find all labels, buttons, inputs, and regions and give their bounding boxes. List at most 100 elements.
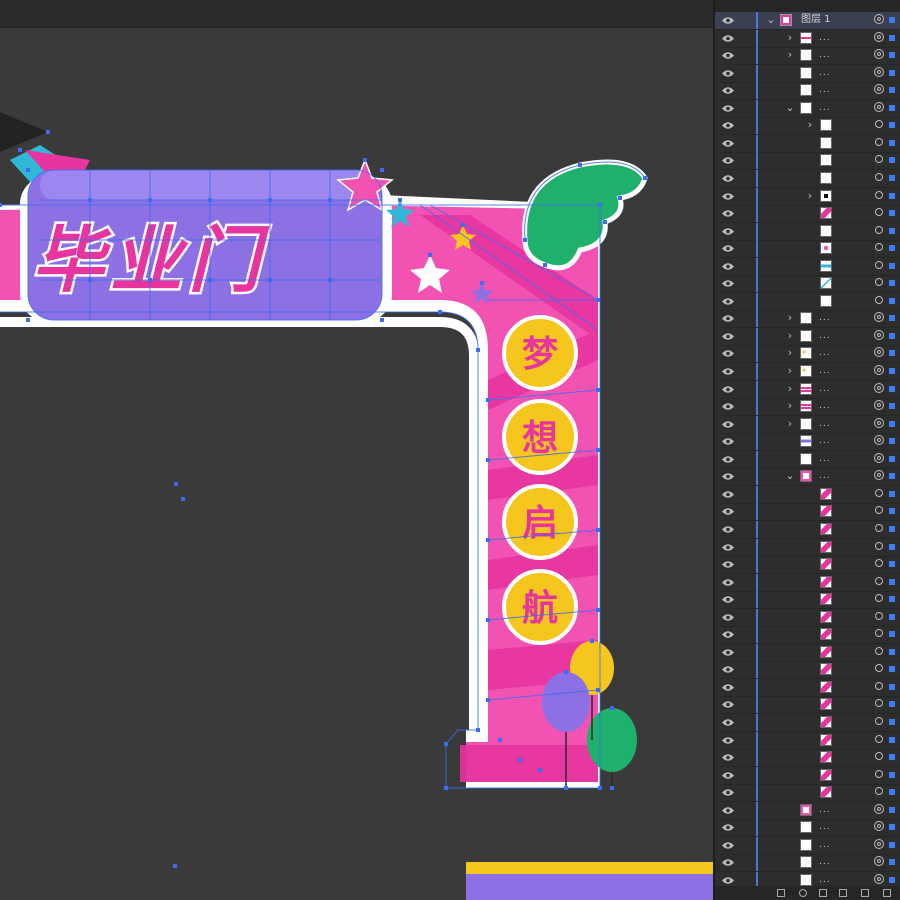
selection-indicator[interactable] [889, 385, 895, 392]
eye-icon[interactable] [722, 34, 734, 43]
selection-indicator[interactable] [889, 104, 895, 111]
selection-indicator[interactable] [889, 824, 895, 831]
chevron-right-icon[interactable]: › [785, 31, 795, 45]
layer-name[interactable]: ... [819, 347, 831, 359]
target-icon[interactable] [875, 664, 883, 673]
eye-icon[interactable] [722, 823, 734, 832]
eye-icon[interactable] [722, 314, 734, 323]
selection-indicator[interactable] [889, 596, 895, 603]
target-icon[interactable] [875, 208, 883, 217]
layer-row[interactable] [715, 205, 900, 224]
target-icon[interactable] [875, 488, 883, 497]
layer-row[interactable] [715, 784, 900, 803]
chevron-right-icon[interactable]: › [785, 399, 795, 413]
selection-indicator[interactable] [889, 666, 895, 673]
layer-row[interactable]: ›... [715, 363, 900, 381]
selection-indicator[interactable] [889, 719, 895, 725]
eye-icon[interactable] [722, 349, 734, 358]
target-icon[interactable] [874, 821, 884, 832]
layer-name[interactable]: ... [819, 470, 831, 482]
selection-indicator[interactable] [889, 578, 895, 585]
layer-name[interactable]: ... [819, 804, 831, 816]
eye-icon[interactable] [722, 121, 734, 130]
selection-indicator[interactable] [889, 683, 895, 690]
layer-row[interactable]: ›... [715, 380, 900, 399]
eye-icon[interactable] [722, 753, 734, 762]
layer-name[interactable]: ... [819, 84, 831, 96]
chevron-right-icon[interactable]: › [805, 189, 815, 203]
target-icon[interactable] [875, 137, 883, 146]
chevron-right-icon[interactable]: › [785, 364, 795, 378]
layer-row[interactable]: ... [715, 801, 900, 820]
target-icon[interactable] [875, 717, 883, 725]
target-icon[interactable] [874, 84, 884, 95]
selection-indicator[interactable] [889, 543, 895, 550]
chevron-right-icon[interactable]: › [785, 382, 795, 396]
layer-row[interactable]: ⌄... [715, 468, 900, 487]
target-icon[interactable] [875, 576, 883, 585]
target-icon[interactable] [875, 120, 883, 129]
eye-icon[interactable] [722, 209, 734, 218]
selection-indicator[interactable] [889, 122, 895, 129]
selection-indicator[interactable] [889, 280, 895, 287]
target-icon[interactable] [874, 470, 884, 481]
layer-row[interactable]: ⌄... [715, 99, 900, 118]
layer-row[interactable] [715, 678, 900, 697]
target-icon[interactable] [874, 347, 884, 358]
eye-icon[interactable] [722, 472, 734, 481]
target-icon[interactable] [875, 295, 883, 304]
target-icon[interactable] [875, 506, 883, 515]
selection-indicator[interactable] [889, 789, 895, 796]
layer-row[interactable] [715, 696, 900, 715]
target-icon[interactable] [875, 172, 883, 181]
target-icon[interactable] [874, 66, 884, 77]
selection-indicator[interactable] [889, 227, 895, 234]
selection-indicator[interactable] [889, 473, 895, 480]
selection-indicator[interactable] [889, 350, 895, 357]
layer-row[interactable] [715, 485, 900, 504]
selection-indicator[interactable] [889, 806, 895, 813]
layer-row[interactable] [715, 766, 900, 785]
eye-icon[interactable] [722, 174, 734, 183]
target-icon[interactable] [874, 452, 884, 463]
layer-name[interactable]: ... [819, 32, 831, 44]
eye-icon[interactable] [722, 858, 734, 867]
eye-icon[interactable] [722, 507, 734, 516]
selection-indicator[interactable] [889, 174, 895, 181]
layer-row[interactable]: ... [715, 819, 900, 838]
selection-indicator[interactable] [889, 245, 895, 252]
layer-row[interactable] [715, 222, 900, 241]
target-icon[interactable] [875, 260, 883, 269]
target-icon[interactable] [875, 769, 883, 778]
target-icon[interactable] [874, 382, 884, 393]
target-icon[interactable] [875, 523, 883, 532]
chevron-right-icon[interactable]: › [785, 329, 795, 343]
eye-icon[interactable] [722, 244, 734, 253]
selection-indicator[interactable] [889, 736, 895, 743]
selection-indicator[interactable] [889, 403, 895, 410]
layer-row[interactable]: ⌄ 图层 1 [715, 12, 900, 30]
selection-indicator[interactable] [889, 648, 895, 655]
selection-indicator[interactable] [889, 192, 895, 199]
eye-icon[interactable] [722, 139, 734, 148]
delete-icon[interactable] [883, 889, 891, 897]
layer-name[interactable]: ... [819, 453, 831, 465]
target-icon[interactable] [874, 838, 884, 849]
layer-row[interactable] [715, 520, 900, 539]
layer-row[interactable]: ›... [715, 345, 900, 364]
layer-row[interactable] [715, 503, 900, 522]
eye-icon[interactable] [722, 648, 734, 657]
eye-icon[interactable] [722, 192, 734, 201]
target-icon[interactable] [875, 243, 883, 252]
eye-icon[interactable] [722, 16, 734, 25]
graduation-arch-artwork[interactable]: 毕业门 梦想启航 [0, 0, 713, 900]
layer-row[interactable] [715, 643, 900, 662]
layer-row[interactable] [715, 573, 900, 592]
eye-icon[interactable] [722, 104, 734, 113]
eye-icon[interactable] [722, 665, 734, 674]
export-icon[interactable] [777, 889, 785, 897]
target-icon[interactable] [874, 856, 884, 867]
target-icon[interactable] [875, 681, 883, 690]
layer-name[interactable]: ... [819, 312, 831, 324]
layer-row[interactable]: ... [715, 450, 900, 469]
